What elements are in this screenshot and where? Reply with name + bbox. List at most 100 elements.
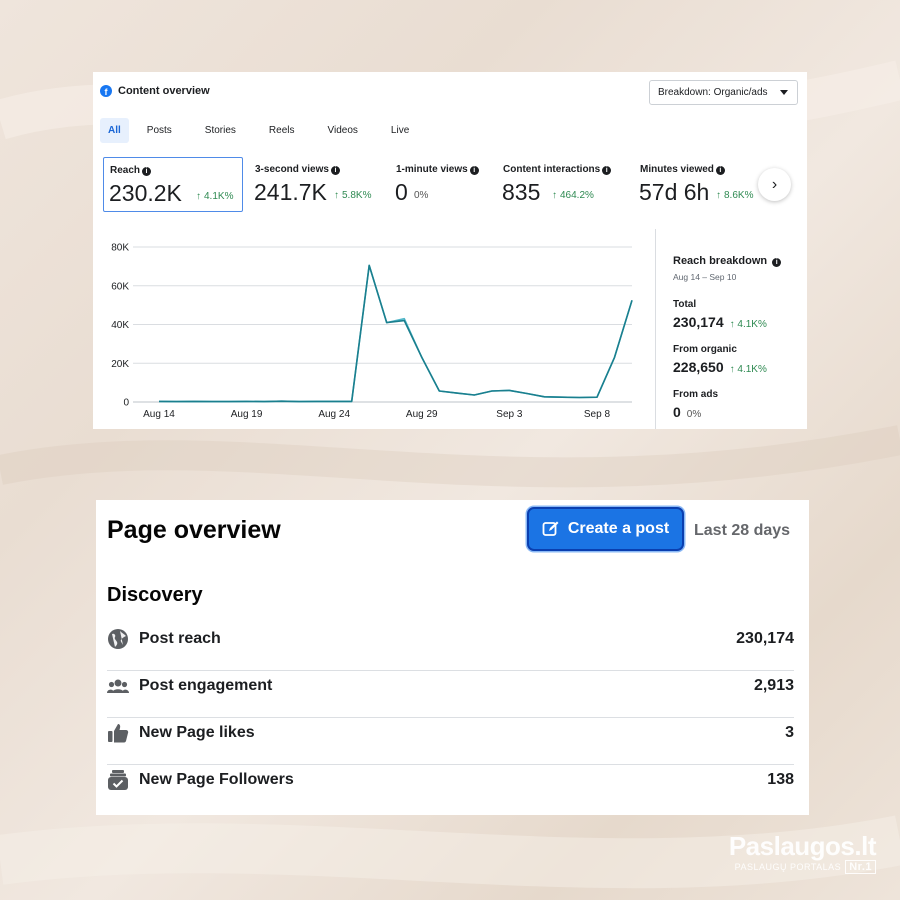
chevron-right-icon: ›: [771, 175, 778, 193]
thumbs-up-icon: [108, 724, 129, 743]
facebook-icon: f: [100, 85, 112, 97]
watermark-badge: Nr.1: [845, 860, 876, 874]
metric-label-3s-views: 3-second views i: [255, 164, 340, 175]
globe-icon: [108, 629, 128, 649]
x-tick-label: Aug 24: [318, 409, 350, 420]
page-overview-title: Page overview: [107, 516, 281, 544]
info-icon[interactable]: i: [772, 258, 782, 267]
metric-label-content-interactions: Content interactions i: [503, 164, 612, 175]
metric-change-text: 464.2%: [560, 190, 594, 201]
content-overview-title: Content overview: [118, 85, 210, 97]
tab-all[interactable]: All: [100, 118, 129, 143]
metric-label-text: 1-minute views: [396, 164, 468, 175]
metric-change-content-interactions: ↑ 464.2%: [552, 190, 594, 201]
x-tick-label: Sep 8: [584, 409, 611, 420]
post-engagement-value: 2,913: [753, 677, 794, 694]
tab-posts[interactable]: Posts: [139, 118, 180, 143]
reach-breakdown-title: Reach breakdown i: [673, 255, 803, 267]
new-page-likes-value: 3: [785, 724, 794, 741]
list-item-new-page-followers: New Page Followers 138: [107, 765, 794, 812]
content-type-tabs: All Posts Stories Reels Videos Live: [100, 118, 430, 143]
total-change-text: 4.1K%: [737, 319, 767, 330]
metric-label-reach: Reach i: [110, 165, 152, 176]
watermark-tagline: PASLAUGŲ PORTALAS Nr.1: [729, 860, 876, 874]
breakdown-dropdown-label: Breakdown: Organic/ads: [658, 87, 768, 98]
metric-change-reach: ↑ 4.1K%: [196, 191, 233, 202]
create-post-button[interactable]: Create a post: [527, 507, 684, 551]
metric-change-text: 8.6K%: [724, 190, 754, 201]
watermark: Paslaugos.lt PASLAUGŲ PORTALAS Nr.1: [729, 831, 877, 874]
tab-reels[interactable]: Reels: [261, 118, 303, 143]
metric-card-3s-views[interactable]: 3-second views i 241.7K ↑ 5.8K%: [249, 157, 384, 212]
total-value: 230,174 ↑ 4.1K%: [673, 314, 803, 330]
page-overview-card: Page overview Create a post Last 28 days…: [96, 500, 809, 815]
ads-change: 0%: [686, 409, 702, 420]
metric-label-minutes-viewed: Minutes viewed i: [640, 164, 725, 175]
watermark-tagline-text: PASLAUGŲ PORTALAS: [734, 862, 842, 872]
total-change: ↑ 4.1K%: [729, 319, 767, 330]
create-post-label: Create a post: [567, 520, 670, 537]
metric-cards: Reach i 230.2K ↑ 4.1K% 3-second views i 241…: [103, 157, 807, 213]
info-icon: i: [330, 166, 340, 175]
metric-card-content-interactions[interactable]: Content interactions i 835 ↑ 464.2%: [497, 157, 627, 212]
breakdown-dropdown[interactable]: Breakdown: Organic/ads: [649, 80, 798, 105]
new-page-followers-label: New Page Followers: [139, 771, 294, 788]
arrow-up-icon: ↑: [196, 191, 201, 202]
organic-label: From organic: [673, 344, 737, 355]
content-overview-card: f Content overview Breakdown: Organic/ad…: [93, 72, 807, 429]
arrow-up-icon: ↑: [716, 190, 721, 201]
content-overview-header: f Content overview: [100, 85, 210, 97]
tab-videos[interactable]: Videos: [320, 118, 366, 143]
metric-value-1m-views: 0: [395, 179, 408, 205]
x-tick-label: Aug 29: [406, 409, 438, 420]
metric-value-reach: 230.2K: [109, 180, 182, 206]
tab-stories[interactable]: Stories: [197, 118, 244, 143]
y-tick-label: 80K: [111, 243, 129, 254]
organic-value: 228,650 ↑ 4.1K%: [673, 359, 803, 375]
metric-label-text: Content interactions: [503, 164, 601, 175]
reach-breakdown-title-text: Reach breakdown: [673, 255, 768, 267]
reach-breakdown-date-range: Aug 14 – Sep 10: [673, 272, 737, 282]
total-value-text: 230,174: [673, 314, 724, 330]
discovery-heading: Discovery: [107, 584, 203, 606]
post-engagement-label: Post engagement: [139, 677, 273, 694]
vertical-divider: [655, 229, 656, 429]
info-icon: i: [715, 166, 725, 175]
reach-line-chart: 0 20K 40K 60K 80K Aug 14 Aug 19 Aug 24 Aug 29 Sep…: [111, 243, 633, 420]
list-item-post-engagement: Post engagement 2,913: [107, 671, 794, 718]
info-icon: i: [602, 166, 612, 175]
people-icon: [107, 679, 129, 693]
metric-change-text: 5.8K%: [342, 190, 372, 201]
organic-change: ↑ 4.1K%: [729, 364, 767, 375]
metric-card-minutes-viewed[interactable]: Minutes viewed i 57d 6h ↑ 8.6K%: [634, 157, 764, 212]
x-tick-label: Aug 14: [143, 409, 175, 420]
y-tick-label: 0: [123, 398, 129, 409]
tab-live[interactable]: Live: [383, 118, 417, 143]
period-label: Last 28 days: [694, 522, 791, 539]
metric-value-minutes-viewed: 57d 6h: [639, 179, 710, 205]
organic-change-text: 4.1K%: [737, 364, 767, 375]
y-tick-label: 40K: [111, 320, 129, 331]
info-icon: i: [142, 167, 152, 176]
arrow-up-icon: ↑: [334, 190, 339, 201]
ads-label: From ads: [673, 389, 719, 400]
x-tick-label: Aug 19: [231, 409, 263, 420]
metric-change-text: 4.1K%: [204, 191, 234, 202]
organic-value-text: 228,650: [673, 359, 724, 375]
y-tick-label: 20K: [111, 359, 129, 370]
metric-value-content-interactions: 835: [502, 179, 541, 205]
metric-label-text: 3-second views: [255, 164, 329, 175]
list-item-post-reach: Post reach 230,174: [107, 624, 794, 671]
metric-card-reach[interactable]: Reach i 230.2K ↑ 4.1K%: [103, 157, 243, 212]
ads-value-text: 0: [673, 404, 681, 420]
next-metrics-button[interactable]: ›: [758, 168, 791, 201]
arrow-up-icon: ↑: [552, 190, 557, 201]
metric-card-1m-views[interactable]: 1-minute views i 0 0%: [390, 157, 495, 212]
metric-change-minutes-viewed: ↑ 8.6K%: [716, 190, 753, 201]
post-reach-value: 230,174: [736, 630, 794, 647]
x-tick-label: Sep 3: [496, 409, 523, 420]
reach-breakdown-panel: Reach breakdown i Aug 14 – Sep 10 Total …: [673, 255, 803, 420]
post-reach-label: Post reach: [139, 630, 221, 647]
metric-change-1m-views: 0%: [414, 190, 429, 201]
new-page-likes-label: New Page likes: [139, 724, 255, 741]
